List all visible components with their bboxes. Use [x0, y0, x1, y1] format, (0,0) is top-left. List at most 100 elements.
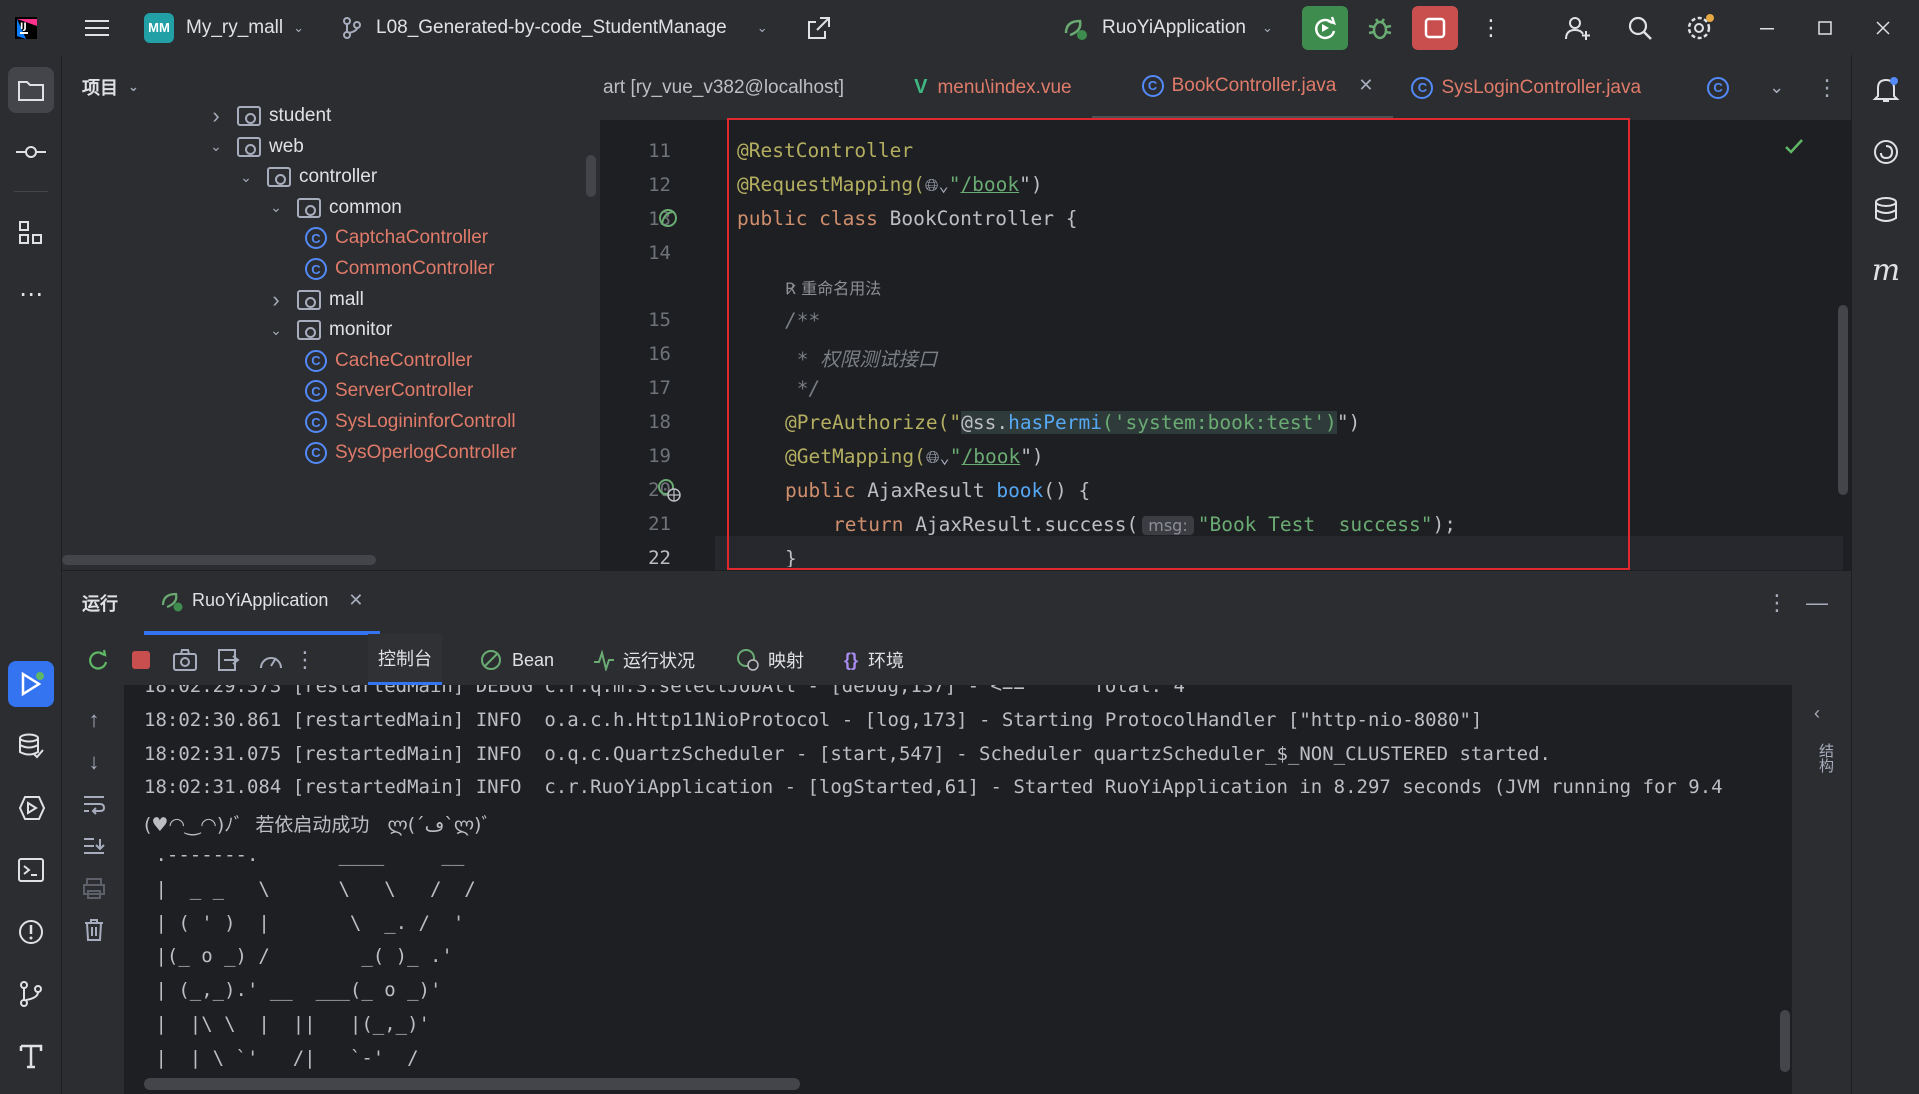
structure-side-label[interactable]: 结构	[1812, 743, 1836, 773]
open-external-icon[interactable]	[802, 0, 836, 55]
scroll-up-icon[interactable]: ↑	[76, 702, 112, 738]
camera-icon[interactable]	[172, 648, 198, 672]
line-number: 12	[648, 174, 671, 196]
chevron-down-icon[interactable]: ⌄	[205, 138, 227, 155]
run-tab[interactable]: RuoYiApplication ✕	[144, 571, 380, 635]
trash-icon[interactable]	[76, 912, 112, 948]
code-token: */	[785, 377, 821, 400]
main-menu-icon[interactable]	[80, 0, 114, 55]
rerun-button[interactable]	[1302, 6, 1348, 50]
tab-db-console[interactable]: art [ry_vue_v382@localhost]	[600, 55, 864, 120]
collapse-left-icon[interactable]: ‹	[1814, 703, 1820, 724]
code-token: return	[833, 513, 916, 536]
tab-environment[interactable]: {} 环境	[844, 634, 904, 686]
chevron-down-icon[interactable]: ⌄	[265, 199, 287, 216]
code-token: /book	[960, 173, 1020, 196]
toolbar-more-icon[interactable]: ⋮	[294, 647, 316, 673]
run-tool-icon[interactable]	[8, 661, 54, 707]
database-check-icon[interactable]	[8, 723, 54, 769]
project-selector[interactable]: MM My_ry_mall ⌄	[144, 0, 304, 55]
tab-overflow-class[interactable]: C	[1661, 55, 1757, 120]
profiler-gauge-icon[interactable]	[258, 648, 284, 672]
tab-mapping[interactable]: 映射	[736, 634, 804, 686]
console-side-panel: ‹ 结构	[1792, 685, 1851, 1094]
scroll-to-end-icon[interactable]	[76, 828, 112, 864]
tabs-dropdown-icon[interactable]: ⌄	[1757, 55, 1804, 120]
more-tools-icon[interactable]: ⋯	[8, 271, 54, 317]
project-panel-header[interactable]: 项目 ⌄	[82, 67, 139, 107]
tab-health[interactable]: 运行状况	[593, 634, 695, 686]
no-problems-check-icon[interactable]	[1783, 137, 1805, 157]
branch-selector[interactable]: L08_Generated-by-code_StudentManage ⌄	[342, 0, 768, 55]
ai-assistant-icon[interactable]	[1863, 129, 1909, 175]
globe-icon[interactable]: 🌐︎⌄	[926, 448, 950, 468]
soft-wrap-icon[interactable]	[76, 786, 112, 822]
git-branch-icon	[343, 16, 361, 39]
tree-item-class[interactable]: C SysOperlogController	[305, 435, 517, 471]
project-badge: MM	[144, 12, 174, 43]
notifications-bell-icon[interactable]	[1863, 67, 1909, 113]
tab-sys-login-controller[interactable]: C SysLoginController.java	[1393, 55, 1661, 120]
endpoint-gutter-icon[interactable]	[656, 477, 682, 503]
commit-icon[interactable]	[8, 129, 54, 175]
usages-hint[interactable]: R̷ 重命名用法	[785, 275, 881, 299]
code-token: @RestController	[737, 139, 914, 162]
tab-console[interactable]: 控制台	[368, 634, 442, 686]
maven-icon[interactable]: m	[1863, 247, 1909, 293]
spring-bean-gutter-icon[interactable]	[656, 206, 680, 230]
line-number: 16	[648, 343, 671, 365]
project-folder-icon[interactable]	[8, 67, 54, 113]
close-tab-icon[interactable]: ✕	[1358, 75, 1373, 96]
rerun-icon	[1314, 16, 1336, 40]
problems-icon[interactable]	[8, 909, 54, 955]
settings-gear-icon[interactable]	[1680, 0, 1720, 55]
close-window-icon[interactable]	[1868, 0, 1898, 55]
maximize-window-icon[interactable]	[1810, 0, 1840, 55]
more-actions-icon[interactable]: ⋮	[1478, 0, 1504, 55]
database-icon[interactable]	[1863, 187, 1909, 233]
structure-icon[interactable]	[8, 210, 54, 256]
exit-icon[interactable]	[216, 648, 240, 672]
print-icon[interactable]	[76, 870, 112, 906]
tree-horizontal-scrollbar[interactable]	[62, 555, 376, 565]
code-token: /**	[785, 309, 821, 332]
minimize-window-icon[interactable]	[1752, 0, 1782, 55]
globe-icon[interactable]: 🌐︎⌄	[925, 176, 949, 196]
app-logo-icon: IJ	[14, 0, 38, 55]
package-folder-icon	[297, 197, 321, 218]
tree-vertical-scrollbar[interactable]	[586, 155, 596, 197]
chevron-down-icon[interactable]: ⌄	[235, 169, 257, 186]
right-tool-strip: m	[1851, 55, 1919, 1094]
rerun-icon[interactable]	[86, 648, 110, 672]
stop-button[interactable]	[1412, 6, 1458, 50]
stop-icon[interactable]	[130, 649, 152, 671]
chevron-right-icon[interactable]: ›	[265, 287, 287, 313]
tab-bean[interactable]: Bean	[480, 634, 554, 686]
search-icon[interactable]	[1620, 0, 1660, 55]
git-icon[interactable]	[8, 971, 54, 1017]
chevron-right-icon[interactable]: ›	[205, 103, 227, 129]
run-config-selector[interactable]: RuoYiApplication ⌄	[1062, 0, 1273, 55]
scroll-down-icon[interactable]: ↓	[76, 744, 112, 780]
add-user-icon[interactable]	[1558, 0, 1598, 55]
code-token: hasPermi	[1008, 411, 1102, 434]
debug-button[interactable]	[1360, 0, 1400, 55]
services-icon[interactable]	[8, 785, 54, 831]
typography-icon[interactable]	[8, 1033, 54, 1079]
terminal-icon[interactable]	[8, 847, 54, 893]
tab-index-vue[interactable]: V menu\index.vue	[864, 55, 1092, 120]
usage-hint-text: 重命名用法	[801, 279, 882, 298]
close-run-tab-icon[interactable]: ✕	[348, 590, 363, 611]
chevron-down-icon[interactable]: ⌄	[265, 322, 287, 339]
console-vertical-scrollbar[interactable]	[1780, 1010, 1790, 1072]
line-number: 19	[648, 445, 671, 467]
minimize-panel-icon[interactable]: —	[1806, 590, 1828, 616]
class-icon: C	[305, 227, 327, 250]
tab-book-controller[interactable]: C BookController.java ✕	[1091, 55, 1394, 120]
console-output[interactable]: 18:02:29.373 [restartedMain] DEBUG c.r.q…	[124, 685, 1792, 1094]
run-panel-more-icon[interactable]: ⋮	[1766, 590, 1788, 616]
tab-label: SysLoginController.java	[1441, 76, 1642, 98]
console-horizontal-scrollbar[interactable]	[144, 1078, 800, 1090]
code-token: );	[1432, 513, 1457, 536]
editor-scrollbar[interactable]	[1838, 305, 1848, 495]
